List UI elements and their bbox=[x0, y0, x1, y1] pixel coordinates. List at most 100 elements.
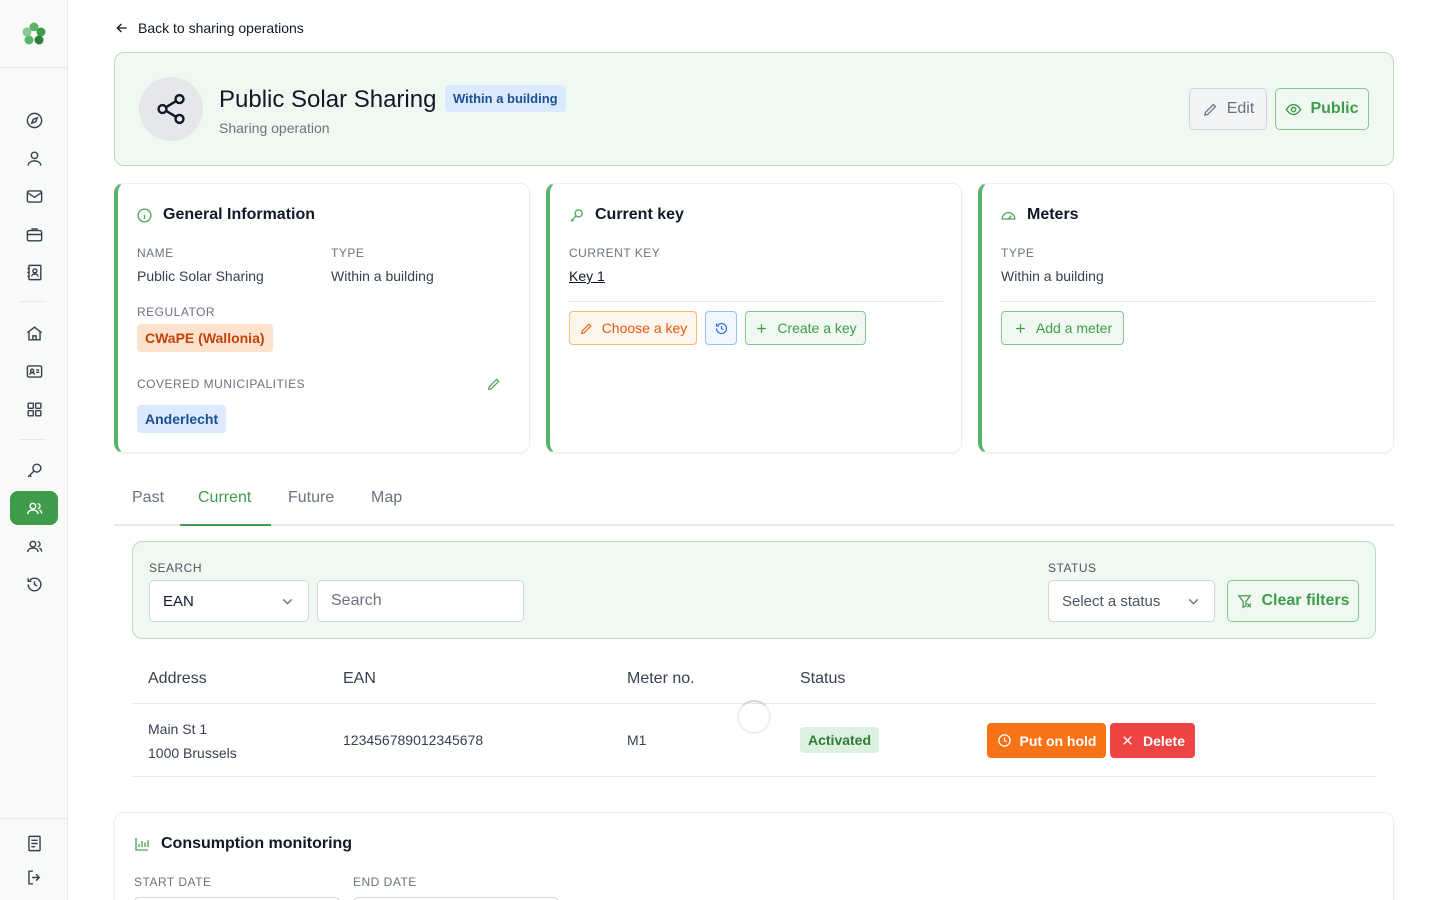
tab-past[interactable]: Past bbox=[132, 489, 164, 507]
create-key-button[interactable]: Create a key bbox=[745, 311, 866, 345]
tab-future[interactable]: Future bbox=[288, 489, 334, 507]
type-value: Within a building bbox=[331, 268, 434, 284]
main-content: Back to sharing operations Public Solar … bbox=[68, 0, 1440, 900]
search-input[interactable] bbox=[317, 580, 524, 622]
regulator-label: REGULATOR bbox=[137, 305, 216, 319]
create-key-label: Create a key bbox=[777, 320, 857, 336]
clock-icon bbox=[997, 734, 1011, 747]
eye-icon bbox=[1286, 103, 1302, 115]
user-icon bbox=[26, 150, 42, 166]
type-label: TYPE bbox=[331, 246, 365, 260]
pencil-icon bbox=[580, 322, 592, 334]
page-subtitle: Sharing operation bbox=[219, 120, 330, 136]
sidebar-item-logout[interactable] bbox=[18, 861, 50, 893]
sidebar-divider bbox=[20, 439, 46, 440]
sidebar-item-sharing-operations[interactable] bbox=[10, 491, 58, 525]
bar-chart-icon bbox=[135, 838, 149, 851]
delete-label: Delete bbox=[1142, 732, 1186, 749]
status-label: STATUS bbox=[1048, 561, 1097, 575]
edit-button-label: Edit bbox=[1226, 100, 1255, 117]
card-title: Meters bbox=[1027, 206, 1079, 223]
column-header-status: Status bbox=[800, 670, 846, 687]
card-divider bbox=[568, 301, 943, 302]
pencil-icon bbox=[1203, 103, 1217, 116]
close-icon bbox=[1123, 736, 1132, 745]
app-logo[interactable] bbox=[0, 0, 67, 68]
current-key-label: CURRENT KEY bbox=[569, 246, 661, 260]
card-title: Current key bbox=[595, 206, 684, 223]
back-link-label: Back to sharing operations bbox=[138, 20, 304, 36]
filter-off-icon bbox=[1238, 594, 1252, 608]
column-header-meter-no: Meter no. bbox=[627, 670, 695, 687]
edit-button[interactable]: Edit bbox=[1189, 88, 1267, 130]
card-heading: Meters bbox=[1000, 206, 1079, 224]
column-header-ean: EAN bbox=[343, 670, 376, 687]
group-icon bbox=[26, 540, 42, 552]
public-button-label: Public bbox=[1310, 100, 1359, 117]
sidebar-item-documentation[interactable] bbox=[18, 827, 50, 859]
meters-type-value: Within a building bbox=[1001, 268, 1104, 284]
ean-value: 123456789012345678 bbox=[343, 732, 484, 748]
status-select[interactable]: Select a status bbox=[1048, 580, 1215, 622]
tab-current[interactable]: Current bbox=[198, 489, 251, 507]
current-key-card: Current key CURRENT KEY Key 1 Choose a k… bbox=[546, 183, 962, 453]
edit-municipalities-icon[interactable] bbox=[486, 376, 502, 392]
id-card-icon bbox=[26, 364, 42, 378]
add-meter-button[interactable]: Add a meter bbox=[1001, 311, 1124, 345]
clear-filters-button[interactable]: Clear filters bbox=[1227, 580, 1359, 622]
users-icon bbox=[26, 502, 42, 514]
search-field-value: EAN bbox=[163, 592, 194, 610]
sidebar-item-dashboard[interactable] bbox=[18, 393, 50, 425]
history-icon bbox=[26, 576, 42, 592]
general-information-card: General Information NAME Public Solar Sh… bbox=[114, 183, 530, 453]
logout-icon bbox=[27, 869, 40, 885]
home-icon bbox=[26, 325, 42, 341]
logo-icon bbox=[22, 22, 45, 44]
sidebar-item-organizations[interactable] bbox=[18, 218, 50, 250]
sidebar-item-history[interactable] bbox=[18, 568, 50, 600]
choose-key-button[interactable]: Choose a key bbox=[569, 311, 697, 345]
sidebar-item-home[interactable] bbox=[18, 317, 50, 349]
status-badge: Activated bbox=[800, 727, 880, 753]
sidebar-item-keys[interactable] bbox=[18, 454, 50, 486]
key-icon bbox=[27, 462, 42, 477]
sidebar-item-groups[interactable] bbox=[18, 530, 50, 562]
sidebar-item-messages[interactable] bbox=[18, 180, 50, 212]
choose-key-label: Choose a key bbox=[601, 320, 688, 336]
municipality-badge: Anderlecht bbox=[137, 405, 227, 433]
current-key-link[interactable]: Key 1 bbox=[569, 268, 605, 284]
info-icon bbox=[137, 207, 152, 223]
filter-panel: SEARCH EAN STATUS Select a status Clear … bbox=[132, 541, 1376, 639]
start-date-label: START DATE bbox=[134, 875, 212, 889]
sidebar-item-members[interactable] bbox=[18, 355, 50, 387]
put-on-hold-button[interactable]: Put on hold bbox=[987, 723, 1106, 758]
tab-map[interactable]: Map bbox=[371, 489, 402, 507]
card-heading: Current key bbox=[568, 206, 684, 224]
sidebar-divider bbox=[20, 301, 46, 302]
consumption-monitoring-card: Consumption monitoring START DATE END DA… bbox=[114, 812, 1394, 900]
sidebar-divider bbox=[0, 818, 67, 819]
operation-type-badge: Within a building bbox=[445, 85, 566, 112]
clear-filters-label: Clear filters bbox=[1261, 592, 1350, 609]
sidebar-item-profile[interactable] bbox=[18, 142, 50, 174]
plus-icon bbox=[1015, 323, 1025, 333]
sidebar bbox=[0, 0, 68, 900]
put-on-hold-label: Put on hold bbox=[1019, 732, 1097, 749]
key-history-button[interactable] bbox=[705, 311, 737, 345]
mail-icon bbox=[26, 189, 42, 203]
search-field-select[interactable]: EAN bbox=[149, 580, 309, 622]
address-line2: 1000 Brussels bbox=[148, 745, 237, 761]
card-heading: General Information bbox=[136, 206, 315, 224]
delete-button[interactable]: Delete bbox=[1110, 723, 1195, 758]
document-icon bbox=[27, 835, 41, 851]
sidebar-item-explore[interactable] bbox=[18, 104, 50, 136]
municipalities-label: COVERED MUNICIPALITIES bbox=[137, 377, 306, 391]
contact-book-icon bbox=[26, 264, 42, 280]
card-title: Consumption monitoring bbox=[161, 835, 353, 852]
meters-card: Meters TYPE Within a building Add a mete… bbox=[978, 183, 1394, 453]
back-link[interactable]: Back to sharing operations bbox=[114, 20, 304, 36]
address-line1: Main St 1 bbox=[148, 721, 208, 737]
sidebar-item-contacts[interactable] bbox=[18, 256, 50, 288]
public-button[interactable]: Public bbox=[1275, 88, 1369, 130]
regulator-badge: CWaPE (Wallonia) bbox=[137, 324, 273, 352]
